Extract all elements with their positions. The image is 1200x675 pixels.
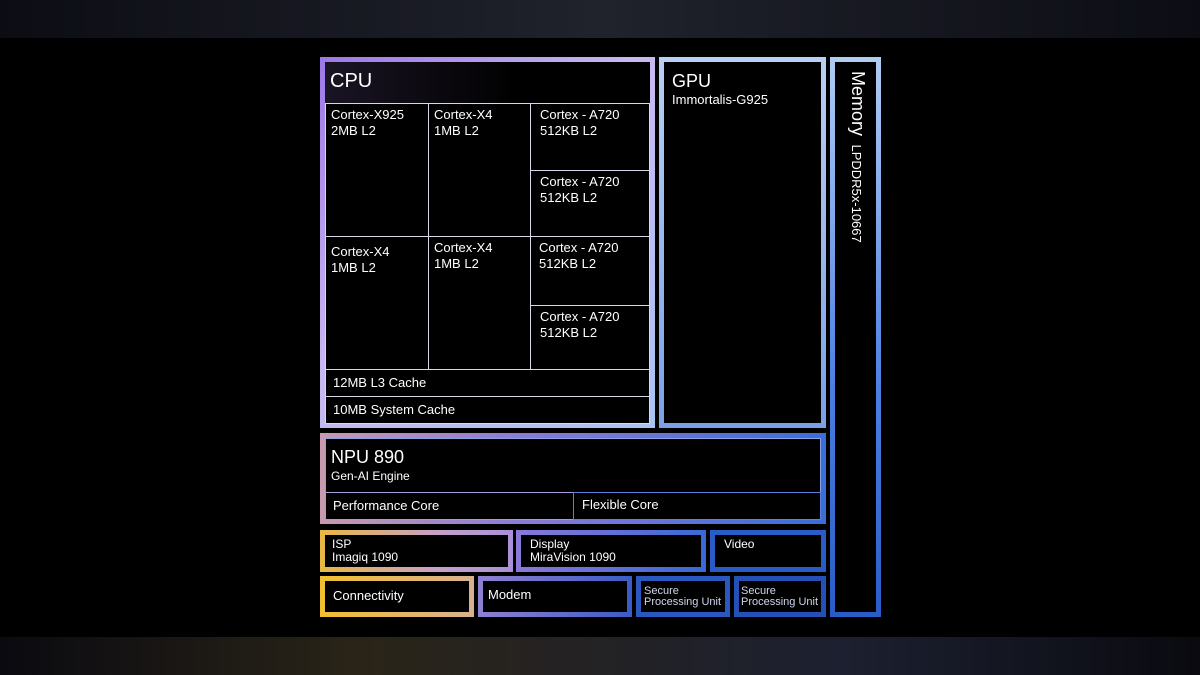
connectivity-label: Connectivity — [333, 588, 404, 603]
npu-title: NPU 890 — [331, 447, 405, 467]
l3-cache: 12MB L3 Cache — [325, 369, 650, 397]
npu-subtitle: Gen-AI Engine — [331, 469, 410, 483]
gpu-title: GPU — [672, 71, 712, 91]
video-block: Video — [710, 530, 826, 572]
isp-name: Imagiq 1090 — [332, 550, 399, 564]
core-name: Cortex-X4 — [434, 240, 493, 255]
npu-flexible-core: Flexible Core — [573, 492, 821, 520]
performance-core-label: Performance Core — [333, 498, 440, 513]
cpu-core: Cortex-X925 2MB L2 — [325, 103, 429, 237]
memory-type: LPDDR5x-10667 — [849, 144, 864, 243]
core-cache: 512KB L2 — [540, 325, 598, 340]
memory-title: Memory — [848, 71, 868, 137]
system-cache: 10MB System Cache — [325, 396, 650, 424]
video-title: Video — [724, 537, 755, 551]
secure-line2: Processing Unit — [741, 596, 819, 608]
memory-block: Memory LPDDR5x-10667 — [830, 57, 881, 617]
core-name: Cortex-X4 — [331, 244, 390, 259]
background-bottom-band — [0, 637, 1200, 675]
display-block: Display MiraVision 1090 — [516, 530, 706, 572]
core-cache: 512KB L2 — [540, 190, 598, 205]
cpu-core: Cortex - A720 512KB L2 — [530, 236, 650, 306]
cpu-header: CPU — [325, 62, 650, 104]
connectivity-block: Connectivity — [320, 576, 474, 617]
npu-header: NPU 890 Gen-AI Engine — [325, 438, 821, 493]
modem-block: Modem — [478, 576, 632, 617]
isp-block: ISP Imagiq 1090 — [320, 530, 513, 572]
cpu-core: Cortex-X4 1MB L2 — [428, 236, 531, 370]
cpu-core: Cortex - A720 512KB L2 — [530, 305, 650, 370]
core-name: Cortex - A720 — [540, 107, 620, 122]
cpu-core: Cortex-X4 1MB L2 — [325, 236, 429, 370]
flexible-core-label: Flexible Core — [582, 497, 659, 512]
modem-label: Modem — [488, 587, 532, 602]
core-name: Cortex - A720 — [540, 309, 620, 324]
cpu-core: Cortex - A720 512KB L2 — [530, 170, 650, 237]
core-cache: 2MB L2 — [331, 123, 376, 138]
cpu-core: Cortex - A720 512KB L2 — [530, 103, 650, 171]
secure-processing-unit-block: Secure Processing Unit — [734, 576, 826, 617]
core-cache: 512KB L2 — [539, 256, 597, 271]
gpu-name: Immortalis-G925 — [672, 92, 769, 107]
secure-processing-unit-block: Secure Processing Unit — [636, 576, 730, 617]
display-name: MiraVision 1090 — [530, 550, 616, 564]
core-cache: 1MB L2 — [434, 123, 479, 138]
core-cache: 1MB L2 — [434, 256, 479, 271]
core-name: Cortex-X4 — [434, 107, 493, 122]
core-cache: 1MB L2 — [331, 260, 376, 275]
cpu-core: Cortex-X4 1MB L2 — [428, 103, 531, 237]
secure-line2: Processing Unit — [644, 596, 722, 608]
background-top-band — [0, 0, 1200, 38]
core-cache: 512KB L2 — [540, 123, 598, 138]
core-name: Cortex-X925 — [331, 107, 404, 122]
cpu-title: CPU — [330, 70, 373, 92]
npu-performance-core: Performance Core — [325, 492, 574, 520]
l3-cache-label: 12MB L3 Cache — [333, 375, 427, 390]
core-name: Cortex - A720 — [539, 240, 619, 255]
system-cache-label: 10MB System Cache — [333, 402, 456, 417]
core-name: Cortex - A720 — [540, 174, 620, 189]
gpu-block: GPU Immortalis-G925 — [659, 57, 826, 428]
